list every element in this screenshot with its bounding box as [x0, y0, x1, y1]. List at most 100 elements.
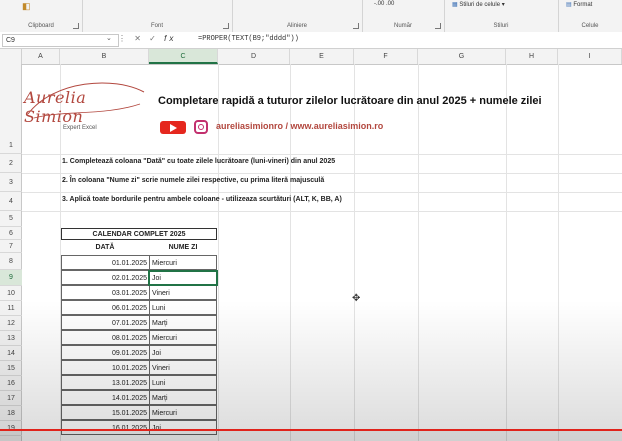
format-label: Format — [573, 2, 593, 8]
instruction-1: 1. Completează coloana "Dată" cu toate z… — [62, 158, 336, 165]
youtube-icon — [160, 121, 186, 134]
row-header[interactable]: 14 — [0, 346, 22, 361]
row-header[interactable]: 5 — [0, 211, 22, 227]
date-cell[interactable]: 10.01.2025 — [61, 360, 149, 375]
ribbon-group-alignment: Aliniere — [232, 0, 363, 32]
column-header-i[interactable]: I — [558, 49, 622, 64]
row-header[interactable]: 7 — [0, 240, 22, 253]
date-cell[interactable]: 15.01.2025 — [61, 405, 149, 420]
name-box[interactable]: C9 — [2, 34, 119, 47]
day-name-cell[interactable]: Miercuri — [149, 330, 217, 345]
day-name-cell[interactable]: Marți — [149, 315, 217, 330]
alignment-launcher-icon[interactable] — [353, 23, 359, 29]
row-header[interactable]: 13 — [0, 331, 22, 346]
date-cell[interactable]: 07.01.2025 — [61, 315, 149, 330]
row-header[interactable]: 10 — [0, 286, 22, 301]
column-header-b[interactable]: B — [60, 49, 149, 64]
select-all-corner[interactable] — [0, 49, 22, 64]
day-name-cell[interactable]: Miercuri — [149, 405, 217, 420]
column-header-h[interactable]: H — [506, 49, 558, 64]
ribbon-group-label: Aliniere — [286, 23, 307, 29]
column-header-a[interactable]: A — [22, 49, 60, 64]
calendar-title[interactable]: CALENDAR COMPLET 2025 — [61, 228, 217, 240]
cancel-icon[interactable]: ✕ — [134, 34, 144, 43]
column-header-c[interactable]: C — [149, 49, 218, 64]
row-header[interactable]: 6 — [0, 227, 22, 240]
formula-input[interactable]: =PROPER(TEXT(B9;"dddd")) — [198, 34, 299, 45]
row-header-selected[interactable]: 9 — [0, 270, 22, 286]
column-header-g[interactable]: G — [418, 49, 506, 64]
row-headers: 1 2 3 4 5 6 7 8 9 10 11 12 13 14 15 16 1… — [0, 64, 22, 441]
ribbon-group-label: Stiluri — [493, 23, 509, 29]
grid-line — [558, 64, 559, 441]
decimal-buttons[interactable]: -.00 .00 — [374, 1, 394, 7]
format-button[interactable]: ▤ Format — [566, 1, 592, 8]
logo: Aurelia Simion Expert Excel — [24, 70, 148, 140]
column-headers: A B C D E F G H I — [0, 49, 622, 65]
grid-line — [418, 64, 419, 441]
font-launcher-icon[interactable] — [223, 23, 229, 29]
ribbon-group-label: Clipboard — [28, 23, 54, 29]
day-name-cell[interactable]: Luni — [149, 375, 217, 390]
insert-function-icon[interactable]: fx — [164, 34, 176, 43]
grid-line — [22, 192, 622, 193]
column-header-f[interactable]: F — [354, 49, 418, 64]
enter-icon[interactable]: ✓ — [149, 34, 159, 43]
grid-line — [22, 173, 622, 174]
row-header[interactable]: 3 — [0, 173, 22, 192]
more-icon[interactable]: ⋮ — [118, 34, 129, 43]
instruction-3: 3. Aplică toate bordurile pentru ambele … — [62, 196, 342, 203]
cell-styles-button[interactable]: ▦ Stiluri de celule ▾ — [452, 1, 505, 8]
date-cell[interactable]: 08.01.2025 — [61, 330, 149, 345]
active-cell-c9[interactable] — [148, 270, 218, 286]
row-header[interactable]: 8 — [0, 253, 22, 270]
instruction-2: 2. În coloana "Nume zi" scrie numele zil… — [62, 177, 325, 184]
instagram-icon — [194, 120, 208, 134]
row-header[interactable]: 16 — [0, 376, 22, 391]
chevron-down-icon[interactable]: ⌄ — [106, 34, 112, 42]
ribbon-group-label: Celule — [581, 23, 599, 29]
cell-styles-icon: ▦ — [452, 2, 458, 8]
header-date[interactable]: DATĂ — [61, 242, 149, 253]
date-cell[interactable]: 06.01.2025 — [61, 300, 149, 315]
grid-line — [22, 211, 622, 212]
logo-subtitle: Expert Excel — [63, 125, 97, 131]
social-handle: aureliasimionro / www.aureliasimion.ro — [216, 121, 384, 131]
logo-wordmark: Aurelia Simion — [24, 88, 87, 126]
column-header-d[interactable]: D — [218, 49, 290, 64]
row-header[interactable]: 2 — [0, 154, 22, 173]
row-header[interactable]: 4 — [0, 192, 22, 211]
cursor-icon: ✥ — [352, 293, 361, 304]
row-header[interactable]: 15 — [0, 361, 22, 376]
header-day-name[interactable]: NUME ZI — [149, 242, 217, 253]
day-name-cell[interactable]: Miercuri — [149, 255, 217, 270]
video-progress-bar[interactable] — [0, 429, 622, 431]
paste-icon[interactable]: ◧ — [22, 1, 31, 12]
day-name-cell[interactable]: Joi — [149, 345, 217, 360]
date-cell[interactable]: 03.01.2025 — [61, 285, 149, 300]
day-name-cell[interactable]: Marți — [149, 390, 217, 405]
date-cell[interactable]: 02.01.2025 — [61, 270, 149, 285]
date-cell[interactable]: 13.01.2025 — [61, 375, 149, 390]
ribbon: ◧ Clipboard Font Aliniere -.00 .00 Număr… — [0, 0, 622, 33]
column-header-e[interactable]: E — [290, 49, 354, 64]
row-header[interactable]: 1 — [0, 64, 22, 154]
day-name-cell[interactable]: Luni — [149, 300, 217, 315]
row-header[interactable]: 18 — [0, 406, 22, 421]
row-header[interactable]: 17 — [0, 391, 22, 406]
ribbon-group-label: Font — [150, 23, 163, 29]
date-cell[interactable]: 14.01.2025 — [61, 390, 149, 405]
date-cell[interactable]: 01.01.2025 — [61, 255, 149, 270]
clipboard-launcher-icon[interactable] — [73, 23, 79, 29]
ribbon-group-clipboard: ◧ Clipboard — [0, 0, 83, 32]
video-progress-track[interactable] — [0, 431, 622, 441]
row-header[interactable]: 12 — [0, 316, 22, 331]
date-cell[interactable]: 09.01.2025 — [61, 345, 149, 360]
format-icon: ▤ — [566, 2, 572, 8]
ribbon-group-number: -.00 .00 Număr — [362, 0, 445, 32]
row-header[interactable]: 11 — [0, 301, 22, 316]
day-name-cell[interactable]: Vineri — [149, 285, 217, 300]
number-launcher-icon[interactable] — [435, 23, 441, 29]
day-name-cell[interactable]: Vineri — [149, 360, 217, 375]
formula-buttons: ⋮ ✕ ✓ fx — [118, 34, 176, 43]
